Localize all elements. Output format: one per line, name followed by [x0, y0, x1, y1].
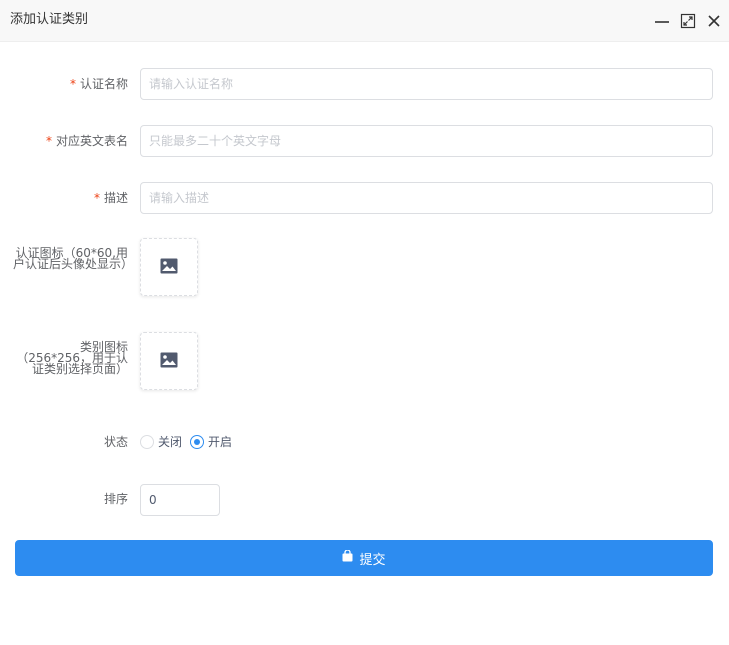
image-icon — [160, 352, 178, 371]
name-label: * 认证名称 — [70, 77, 128, 91]
minimize-icon[interactable] — [654, 13, 670, 29]
description-label: * 描述 — [94, 191, 128, 205]
table-name-input[interactable] — [140, 125, 713, 157]
submit-button[interactable]: 提交 — [15, 540, 713, 576]
sort-input[interactable] — [140, 484, 220, 516]
dialog-titlebar: 添加认证类别 — [0, 0, 729, 42]
radio-button-off[interactable] — [140, 435, 154, 449]
description-input[interactable] — [140, 182, 713, 214]
status-label: 状态 — [103, 435, 128, 449]
status-option-off-label: 关闭 — [158, 435, 183, 449]
maximize-icon[interactable] — [680, 13, 696, 29]
cert-icon-upload[interactable] — [140, 238, 198, 296]
submit-label: 提交 — [359, 552, 386, 568]
bag-icon — [342, 549, 353, 566]
required-mark: * — [69, 77, 76, 91]
status-option-off[interactable]: 关闭 — [140, 435, 182, 449]
name-input[interactable] — [140, 68, 713, 100]
cert-icon-label: 认证图标（60*60,用户认证后头像处显示） — [13, 246, 134, 271]
radio-button-on[interactable] — [190, 435, 205, 449]
image-icon — [160, 258, 178, 277]
name-label-text: 认证名称 — [79, 77, 128, 91]
required-mark: * — [93, 191, 100, 205]
status-option-on-label: 开启 — [208, 435, 233, 449]
status-option-on[interactable]: 开启 — [190, 435, 232, 449]
table-name-label: * 对应英文表名 — [46, 134, 128, 148]
required-mark: * — [45, 134, 52, 148]
close-icon[interactable] — [706, 13, 722, 29]
description-label-text: 描述 — [103, 191, 128, 205]
table-name-label-text: 对应英文表名 — [55, 134, 128, 148]
dialog-title: 添加认证类别 — [10, 12, 89, 27]
sort-label: 排序 — [103, 492, 128, 506]
category-icon-upload[interactable] — [140, 332, 198, 390]
category-icon-label: 类别图标（256*256，用于认证类别选择页面） — [16, 340, 128, 376]
status-radio-group: 关闭 开启 — [140, 434, 240, 450]
